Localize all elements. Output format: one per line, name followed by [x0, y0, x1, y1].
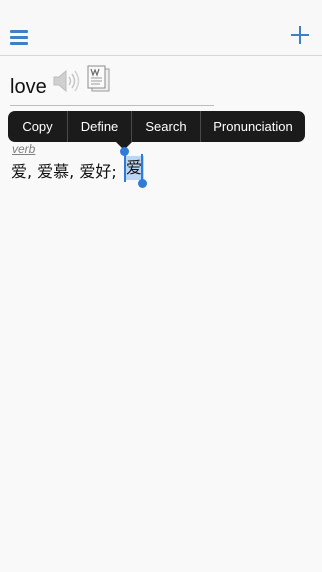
- menu-line: [10, 36, 28, 39]
- status-bar-area: [0, 0, 322, 20]
- pronunciation-menu-item[interactable]: Pronunciation: [201, 111, 305, 142]
- translation-text: 爱, 爱慕, 爱好;: [11, 162, 117, 181]
- speaker-icon[interactable]: [52, 68, 80, 94]
- edit-context-menu: Copy Define Search Pronunciation: [8, 111, 305, 142]
- top-navigation-bar: [0, 20, 322, 56]
- plus-icon[interactable]: [290, 25, 310, 45]
- headword-underline: [10, 105, 214, 106]
- selection-start-bar: [124, 152, 126, 182]
- menu-line: [10, 30, 28, 33]
- menu-line: [10, 42, 28, 45]
- hamburger-menu-icon[interactable]: [10, 28, 30, 46]
- word-document-icon[interactable]: [86, 65, 112, 95]
- selection-end-handle[interactable]: [138, 179, 147, 188]
- headword: love: [10, 76, 47, 98]
- define-menu-item[interactable]: Define: [68, 111, 132, 142]
- part-of-speech-label: verb: [12, 142, 36, 156]
- selection-start-handle[interactable]: [120, 147, 129, 156]
- copy-menu-item[interactable]: Copy: [8, 111, 68, 142]
- search-menu-item[interactable]: Search: [132, 111, 201, 142]
